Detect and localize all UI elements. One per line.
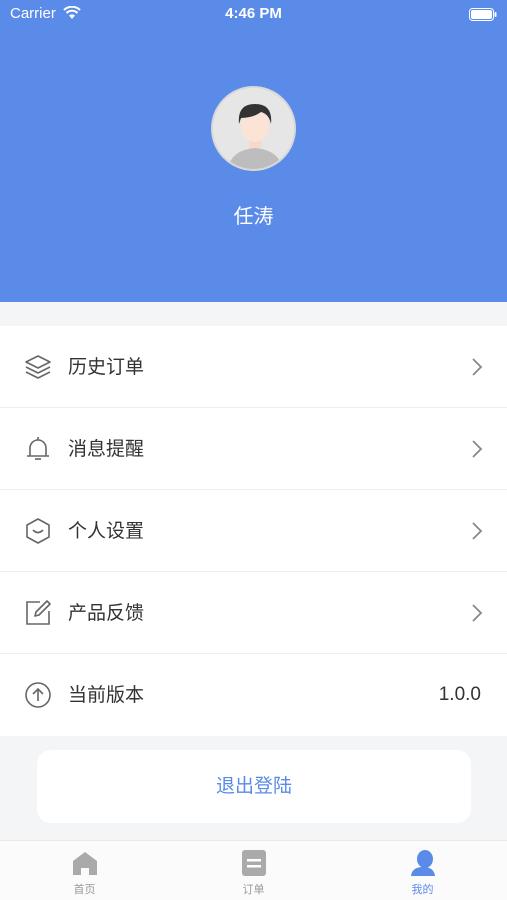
shield-icon xyxy=(26,518,50,544)
tab-orders[interactable]: 订单 xyxy=(169,841,338,900)
menu-item-current-version: 当前版本 1.0.0 xyxy=(0,654,507,736)
menu-item-label: 历史订单 xyxy=(68,356,145,378)
edit-icon xyxy=(26,600,51,625)
tab-me[interactable]: 我的 xyxy=(338,841,507,900)
tab-label: 我的 xyxy=(411,883,434,896)
home-icon xyxy=(73,852,97,875)
menu-item-product-feedback[interactable]: 产品反馈 xyxy=(0,572,507,654)
chevron-right-icon xyxy=(472,358,483,376)
profile-header: Carrier 4:46 PM 任涛 xyxy=(0,0,507,302)
menu-item-label: 产品反馈 xyxy=(68,602,145,624)
avatar[interactable] xyxy=(211,86,296,171)
tab-home[interactable]: 首页 xyxy=(0,841,169,900)
user-icon xyxy=(411,850,435,876)
logout-button[interactable]: 退出登陆 xyxy=(37,750,471,823)
menu-item-personal-settings[interactable]: 个人设置 xyxy=(0,490,507,572)
status-bar: Carrier 4:46 PM xyxy=(0,0,507,28)
chevron-right-icon xyxy=(472,522,483,540)
tab-label: 首页 xyxy=(73,883,96,896)
menu-item-label: 消息提醒 xyxy=(68,438,145,460)
chevron-right-icon xyxy=(472,440,483,458)
version-value: 1.0.0 xyxy=(438,684,481,705)
arrow-up-circle-icon xyxy=(25,682,51,708)
avatar-person-icon xyxy=(213,88,294,169)
username: 任涛 xyxy=(233,204,274,228)
layers-icon xyxy=(25,355,51,379)
tab-bar: 首页 订单 我的 xyxy=(0,840,507,900)
bell-icon xyxy=(27,437,49,460)
menu-item-label: 当前版本 xyxy=(68,684,145,706)
tab-label: 订单 xyxy=(242,883,265,896)
chevron-right-icon xyxy=(472,604,483,622)
battery-icon xyxy=(469,8,497,21)
menu-item-notifications[interactable]: 消息提醒 xyxy=(0,408,507,490)
menu-item-order-history[interactable]: 历史订单 xyxy=(0,326,507,408)
order-icon xyxy=(242,850,266,876)
status-time: 4:46 PM xyxy=(225,5,282,22)
menu-item-label: 个人设置 xyxy=(68,520,145,542)
menu-list: 历史订单 消息提醒 个人设置 产品反馈 当前版本 1.0.0 xyxy=(0,326,507,736)
